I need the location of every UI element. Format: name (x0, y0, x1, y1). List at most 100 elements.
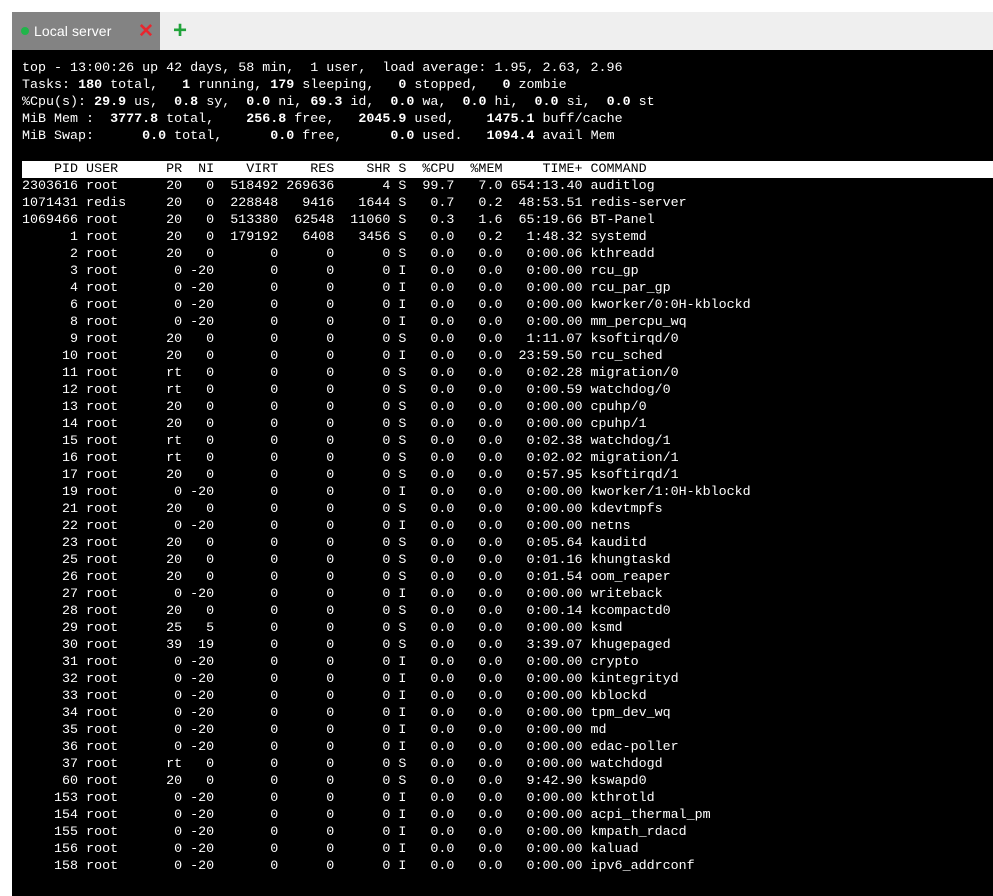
value-text: 2045.9 (358, 112, 407, 127)
label-text: zombie (510, 78, 567, 93)
process-row: 12 root rt 0 0 0 0 S 0.0 0.0 0:00.59 wat… (22, 383, 671, 398)
label-text: total, (166, 129, 271, 144)
process-row: 25 root 20 0 0 0 0 S 0.0 0.0 0:01.16 khu… (22, 553, 671, 568)
swap-line: MiB Swap: 0.0 total, 0.0 free, 0.0 used.… (22, 128, 655, 145)
label-text: ni, (270, 95, 311, 110)
process-row: 154 root 0 -20 0 0 0 I 0.0 0.0 0:00.00 a… (22, 808, 711, 823)
value-text: 180 (78, 78, 103, 93)
value-text: 1 (182, 78, 191, 93)
process-row: 2303616 root 20 0 518492 269636 4 S 99.7… (22, 179, 655, 194)
tab-local-server[interactable]: Local server ✕ (12, 12, 160, 50)
process-row: 14 root 20 0 0 0 0 S 0.0 0.0 0:00.00 cpu… (22, 417, 647, 432)
process-row: 32 root 0 -20 0 0 0 I 0.0 0.0 0:00.00 ki… (22, 672, 679, 687)
process-row: 3 root 0 -20 0 0 0 I 0.0 0.0 0:00.00 rcu… (22, 264, 639, 279)
process-row: 27 root 0 -20 0 0 0 I 0.0 0.0 0:00.00 wr… (22, 587, 663, 602)
label-text: running, (190, 78, 271, 93)
label-text: wa, (414, 95, 463, 110)
tab-bar: Local server ✕ + (12, 12, 993, 50)
process-row: 22 root 0 -20 0 0 0 I 0.0 0.0 0:00.00 ne… (22, 519, 631, 534)
process-row: 21 root 20 0 0 0 0 S 0.0 0.0 0:00.00 kde… (22, 502, 663, 517)
value-text: 0.0 (534, 95, 559, 110)
label-text: MiB Swap: (22, 129, 143, 144)
label-text: sleeping, (294, 78, 399, 93)
terminal-output[interactable]: top - 13:00:26 up 42 days, 58 min, 1 use… (12, 50, 993, 896)
value-text: 0.0 (390, 129, 415, 144)
uptime-line: top - 13:00:26 up 42 days, 58 min, 1 use… (22, 61, 623, 76)
process-row: 60 root 20 0 0 0 0 S 0.0 0.0 9:42.90 ksw… (22, 774, 647, 789)
tab-label: Local server (34, 23, 112, 39)
process-row: 16 root rt 0 0 0 0 S 0.0 0.0 0:02.02 mig… (22, 451, 679, 466)
value-text: 1094.4 (486, 129, 535, 144)
process-row: 155 root 0 -20 0 0 0 I 0.0 0.0 0:00.00 k… (22, 825, 687, 840)
label-text: total, (102, 78, 183, 93)
label-text: used, (406, 112, 487, 127)
label-text: us, (126, 95, 175, 110)
label-text: hi, (486, 95, 535, 110)
value-text: 0.8 (174, 95, 199, 110)
process-row: 23 root 20 0 0 0 0 S 0.0 0.0 0:05.64 kau… (22, 536, 647, 551)
value-text: 0.0 (390, 95, 415, 110)
value-text: 0 (502, 78, 511, 93)
process-row: 9 root 20 0 0 0 0 S 0.0 0.0 1:11.07 ksof… (22, 332, 679, 347)
process-row: 35 root 0 -20 0 0 0 I 0.0 0.0 0:00.00 md (22, 723, 607, 738)
process-row: 19 root 0 -20 0 0 0 I 0.0 0.0 0:00.00 kw… (22, 485, 751, 500)
process-list: 2303616 root 20 0 518492 269636 4 S 99.7… (22, 178, 751, 875)
label-text: st (630, 95, 655, 110)
process-row: 156 root 0 -20 0 0 0 I 0.0 0.0 0:00.00 k… (22, 842, 639, 857)
value-text: 3777.8 (110, 112, 159, 127)
terminal-window: Local server ✕ + top - 13:00:26 up 42 da… (12, 12, 993, 896)
value-text: 0.0 (462, 95, 487, 110)
value-text: 0.0 (246, 95, 271, 110)
value-text: 0.0 (606, 95, 631, 110)
process-row: 10 root 20 0 0 0 0 I 0.0 0.0 23:59.50 rc… (22, 349, 663, 364)
process-row: 6 root 0 -20 0 0 0 I 0.0 0.0 0:00.00 kwo… (22, 298, 751, 313)
process-row: 1 root 20 0 179192 6408 3456 S 0.0 0.2 1… (22, 230, 647, 245)
value-text: 256.8 (246, 112, 287, 127)
label-text: free, (294, 129, 391, 144)
tasks-line: Tasks: 180 total, 1 running, 179 sleepin… (22, 77, 655, 94)
process-row: 1069466 root 20 0 513380 62548 11060 S 0… (22, 213, 655, 228)
process-row: 26 root 20 0 0 0 0 S 0.0 0.0 0:01.54 oom… (22, 570, 671, 585)
value-text: 29.9 (94, 95, 127, 110)
process-row: 30 root 39 19 0 0 0 S 0.0 0.0 3:39.07 kh… (22, 638, 671, 653)
label-text: free, (286, 112, 359, 127)
process-row: 29 root 25 5 0 0 0 S 0.0 0.0 0:00.00 ksm… (22, 621, 623, 636)
close-icon[interactable]: ✕ (136, 21, 156, 41)
label-text: MiB Mem : (22, 112, 111, 127)
process-row: 37 root rt 0 0 0 0 S 0.0 0.0 0:00.00 wat… (22, 757, 663, 772)
value-text: 179 (270, 78, 295, 93)
process-row: 15 root rt 0 0 0 0 S 0.0 0.0 0:02.38 wat… (22, 434, 671, 449)
process-row: 33 root 0 -20 0 0 0 I 0.0 0.0 0:00.00 kb… (22, 689, 647, 704)
process-row: 28 root 20 0 0 0 0 S 0.0 0.0 0:00.14 kco… (22, 604, 671, 619)
label-text: id, (342, 95, 391, 110)
label-text: used. (414, 129, 487, 144)
label-text: buff/cache (534, 112, 623, 127)
label-text: avail Mem (534, 129, 615, 144)
process-row: 2 root 20 0 0 0 0 S 0.0 0.0 0:00.06 kthr… (22, 247, 655, 262)
label-text: stopped, (406, 78, 503, 93)
process-row: 34 root 0 -20 0 0 0 I 0.0 0.0 0:00.00 tp… (22, 706, 671, 721)
process-row: 36 root 0 -20 0 0 0 I 0.0 0.0 0:00.00 ed… (22, 740, 679, 755)
process-row: 153 root 0 -20 0 0 0 I 0.0 0.0 0:00.00 k… (22, 791, 655, 806)
label-text: sy, (198, 95, 247, 110)
plus-icon[interactable]: + (170, 19, 190, 43)
process-row: 31 root 0 -20 0 0 0 I 0.0 0.0 0:00.00 cr… (22, 655, 639, 670)
process-row: 8 root 0 -20 0 0 0 I 0.0 0.0 0:00.00 mm_… (22, 315, 687, 330)
process-row: 158 root 0 -20 0 0 0 I 0.0 0.0 0:00.00 i… (22, 859, 695, 874)
process-row: 1071431 redis 20 0 228848 9416 1644 S 0.… (22, 196, 687, 211)
value-text: 69.3 (310, 95, 343, 110)
process-row: 13 root 20 0 0 0 0 S 0.0 0.0 0:00.00 cpu… (22, 400, 647, 415)
value-text: 0.0 (142, 129, 167, 144)
mem-line: MiB Mem : 3777.8 total, 256.8 free, 2045… (22, 111, 655, 128)
connection-status-icon (21, 27, 29, 35)
label-text: si, (558, 95, 607, 110)
label-text: total, (158, 112, 247, 127)
column-header: PID USER PR NI VIRT RES SHR S %CPU %MEM … (22, 161, 993, 178)
top-summary: top - 13:00:26 up 42 days, 58 min, 1 use… (22, 60, 655, 145)
cpu-line: %Cpu(s): 29.9 us, 0.8 sy, 0.0 ni, 69.3 i… (22, 94, 655, 111)
label-text: %Cpu(s): (22, 95, 95, 110)
process-row: 4 root 0 -20 0 0 0 I 0.0 0.0 0:00.00 rcu… (22, 281, 671, 296)
process-row: 11 root rt 0 0 0 0 S 0.0 0.0 0:02.28 mig… (22, 366, 679, 381)
value-text: 1475.1 (486, 112, 535, 127)
value-text: 0.0 (270, 129, 295, 144)
